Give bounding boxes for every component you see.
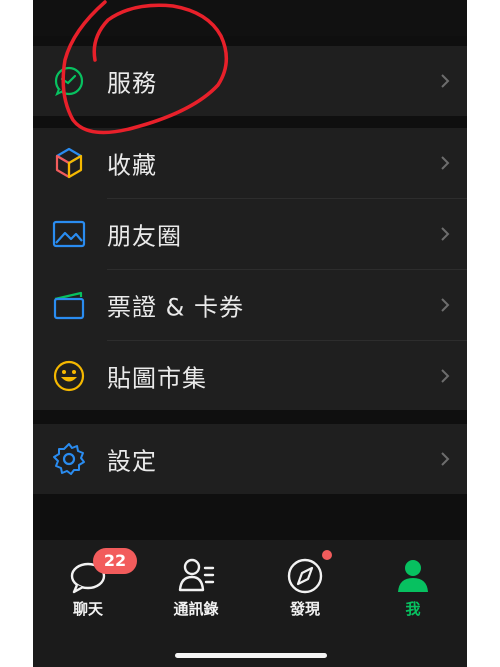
chevron-right-icon	[441, 227, 450, 241]
menu-item-settings[interactable]: 設定	[33, 424, 467, 494]
tab-chats[interactable]: 22 聊天	[38, 548, 138, 628]
phone-screen: 服務 收藏 朋友圈 票證 & 卡券 貼圖市集 設定 22 聊天 通訊錄 發現 我	[33, 0, 467, 667]
tab-label-discover: 發現	[289, 600, 320, 618]
features-group: 收藏 朋友圈 票證 & 卡券 貼圖市集	[33, 128, 467, 410]
menu-label-cards: 票證 & 卡券	[107, 293, 244, 322]
chevron-right-icon	[441, 74, 450, 88]
menu-label-stickers: 貼圖市集	[107, 364, 207, 393]
contacts-icon	[178, 558, 215, 592]
settings-group: 設定	[33, 424, 467, 494]
tab-label-me: 我	[405, 600, 421, 618]
chevron-right-icon	[441, 156, 450, 170]
menu-label-settings: 設定	[107, 447, 157, 476]
menu-label-favorites: 收藏	[107, 151, 157, 180]
tab-label-contacts: 通訊錄	[173, 600, 219, 618]
cube-icon	[55, 147, 83, 179]
smiley-icon	[53, 360, 85, 392]
menu-item-stickers[interactable]: 貼圖市集	[33, 341, 467, 411]
services-group: 服務	[33, 46, 467, 116]
chevron-right-icon	[441, 369, 450, 383]
menu-item-moments[interactable]: 朋友圈	[33, 199, 467, 269]
menu-label-moments: 朋友圈	[107, 222, 182, 251]
unread-badge: 22	[93, 548, 137, 574]
chevron-right-icon	[441, 452, 450, 466]
tab-contacts[interactable]: 通訊錄	[146, 548, 246, 628]
new-content-dot	[322, 550, 332, 560]
image-icon	[52, 220, 86, 248]
home-indicator	[175, 653, 327, 658]
menu-label-services: 服務	[107, 69, 157, 98]
tab-me[interactable]: 我	[363, 548, 463, 628]
services-icon	[54, 66, 84, 97]
tab-label-chats: 聊天	[72, 600, 103, 618]
compass-icon	[287, 558, 323, 594]
tab-discover[interactable]: 發現	[255, 548, 355, 628]
tab-bar: 22 聊天 通訊錄 發現 我	[33, 540, 467, 667]
menu-item-cards[interactable]: 票證 & 卡券	[33, 270, 467, 340]
menu-item-services[interactable]: 服務	[33, 46, 467, 116]
chevron-right-icon	[441, 298, 450, 312]
gear-icon	[53, 443, 85, 475]
person-icon	[398, 560, 428, 592]
top-gap	[33, 0, 467, 36]
wallet-card-icon	[53, 291, 85, 320]
menu-item-favorites[interactable]: 收藏	[33, 128, 467, 198]
